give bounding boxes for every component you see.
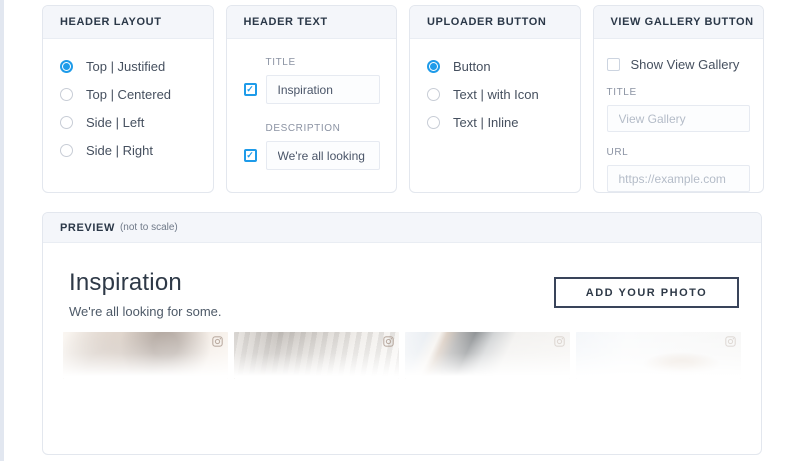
thumbnail-photo	[63, 332, 228, 379]
panel-header-text-header: HEADER TEXT	[227, 6, 397, 39]
camera-icon	[383, 336, 394, 347]
panel-header-layout-header: HEADER LAYOUT	[43, 6, 213, 39]
panel-header-layout: HEADER LAYOUT Top | Justified Top | Cent…	[42, 5, 214, 193]
radio-button[interactable]	[427, 116, 440, 129]
radio-label: Button	[453, 59, 491, 74]
thumbnail-photo	[576, 332, 741, 379]
show-view-gallery-checkbox[interactable]: ✓	[607, 58, 620, 71]
preview-panel-header: PREVIEW (not to scale)	[43, 213, 761, 243]
settings-page: HEADER LAYOUT Top | Justified Top | Cent…	[0, 0, 809, 461]
check-icon: ✓	[246, 85, 254, 94]
radio-option-button[interactable]: Button	[427, 59, 564, 73]
radio-button[interactable]	[427, 60, 440, 73]
radio-button[interactable]	[60, 144, 73, 157]
panel-title: UPLOADER BUTTON	[427, 16, 546, 28]
preview-top-row: Inspiration We're all looking for some. …	[43, 243, 761, 319]
camera-icon	[212, 336, 223, 347]
radio-option-top-centered[interactable]: Top | Centered	[60, 87, 197, 101]
panel-header-text-body: ✓ TITLE ✓ DESCRIPTION	[227, 39, 397, 170]
radio-option-text-inline[interactable]: Text | Inline	[427, 115, 564, 129]
radio-label: Side | Left	[86, 115, 144, 130]
preview-title-label: PREVIEW	[60, 222, 115, 234]
check-icon: ✓	[246, 151, 254, 160]
radio-button[interactable]	[60, 116, 73, 129]
gallery-preview-description: We're all looking for some.	[69, 304, 222, 319]
panel-header-layout-body: Top | Justified Top | Centered Side | Le…	[43, 39, 213, 157]
gallery-url-field: URL	[607, 147, 751, 192]
checkbox-label: Show View Gallery	[631, 57, 740, 72]
gallery-url-input[interactable]	[607, 165, 751, 192]
panel-title: HEADER LAYOUT	[60, 16, 162, 28]
field-label: TITLE	[607, 87, 751, 98]
panel-uploader-button-header: UPLOADER BUTTON	[410, 6, 580, 39]
field-label: DESCRIPTION	[266, 123, 381, 134]
page-edge-strip	[0, 0, 4, 461]
panel-view-gallery-button-header: VIEW GALLERY BUTTON	[594, 6, 764, 39]
radio-option-side-right[interactable]: Side | Right	[60, 143, 197, 157]
panel-header-text: HEADER TEXT ✓ TITLE ✓	[226, 5, 398, 193]
radio-label: Text | with Icon	[453, 87, 539, 102]
add-your-photo-button[interactable]: ADD YOUR PHOTO	[554, 277, 739, 308]
panel-uploader-button: UPLOADER BUTTON Button Text | with Icon …	[409, 5, 581, 193]
thumbnail-photo	[405, 332, 570, 379]
panel-title: HEADER TEXT	[244, 16, 328, 28]
panel-view-gallery-button-body: ✓ Show View Gallery TITLE URL	[594, 39, 764, 192]
radio-label: Text | Inline	[453, 115, 519, 130]
show-view-gallery-row[interactable]: ✓ Show View Gallery	[607, 57, 751, 72]
radio-button[interactable]	[60, 60, 73, 73]
radio-button[interactable]	[60, 88, 73, 101]
panel-title: VIEW GALLERY BUTTON	[611, 16, 754, 28]
gallery-title-input[interactable]	[607, 105, 751, 132]
description-field-row: ✓ DESCRIPTION	[244, 123, 381, 170]
title-field-row: ✓ TITLE	[244, 57, 381, 104]
panel-uploader-button-body: Button Text | with Icon Text | Inline	[410, 39, 580, 129]
preview-panel: PREVIEW (not to scale) Inspiration We're…	[42, 212, 762, 455]
radio-label: Top | Justified	[86, 59, 165, 74]
radio-label: Top | Centered	[86, 87, 171, 102]
field-label: TITLE	[266, 57, 381, 68]
camera-icon	[554, 336, 565, 347]
thumbnail-row	[63, 332, 741, 379]
radio-option-side-left[interactable]: Side | Left	[60, 115, 197, 129]
gallery-preview-title: Inspiration	[69, 269, 222, 297]
settings-panels-row: HEADER LAYOUT Top | Justified Top | Cent…	[42, 5, 764, 193]
camera-icon	[725, 336, 736, 347]
field-label: URL	[607, 147, 751, 158]
thumbnail-photo	[234, 332, 399, 379]
title-field: TITLE	[266, 57, 381, 104]
preview-note: (not to scale)	[120, 222, 178, 233]
title-checkbox[interactable]: ✓	[244, 83, 257, 96]
radio-option-text-with-icon[interactable]: Text | with Icon	[427, 87, 564, 101]
description-checkbox[interactable]: ✓	[244, 149, 257, 162]
panel-view-gallery-button: VIEW GALLERY BUTTON ✓ Show View Gallery …	[593, 5, 765, 193]
radio-label: Side | Right	[86, 143, 153, 158]
radio-option-top-justified[interactable]: Top | Justified	[60, 59, 197, 73]
radio-button[interactable]	[427, 88, 440, 101]
gallery-title-field: TITLE	[607, 87, 751, 132]
description-field: DESCRIPTION	[266, 123, 381, 170]
description-input[interactable]	[266, 141, 381, 170]
preview-text-block: Inspiration We're all looking for some.	[69, 269, 222, 319]
title-input[interactable]	[266, 75, 381, 104]
preview-body: Inspiration We're all looking for some. …	[43, 243, 761, 379]
